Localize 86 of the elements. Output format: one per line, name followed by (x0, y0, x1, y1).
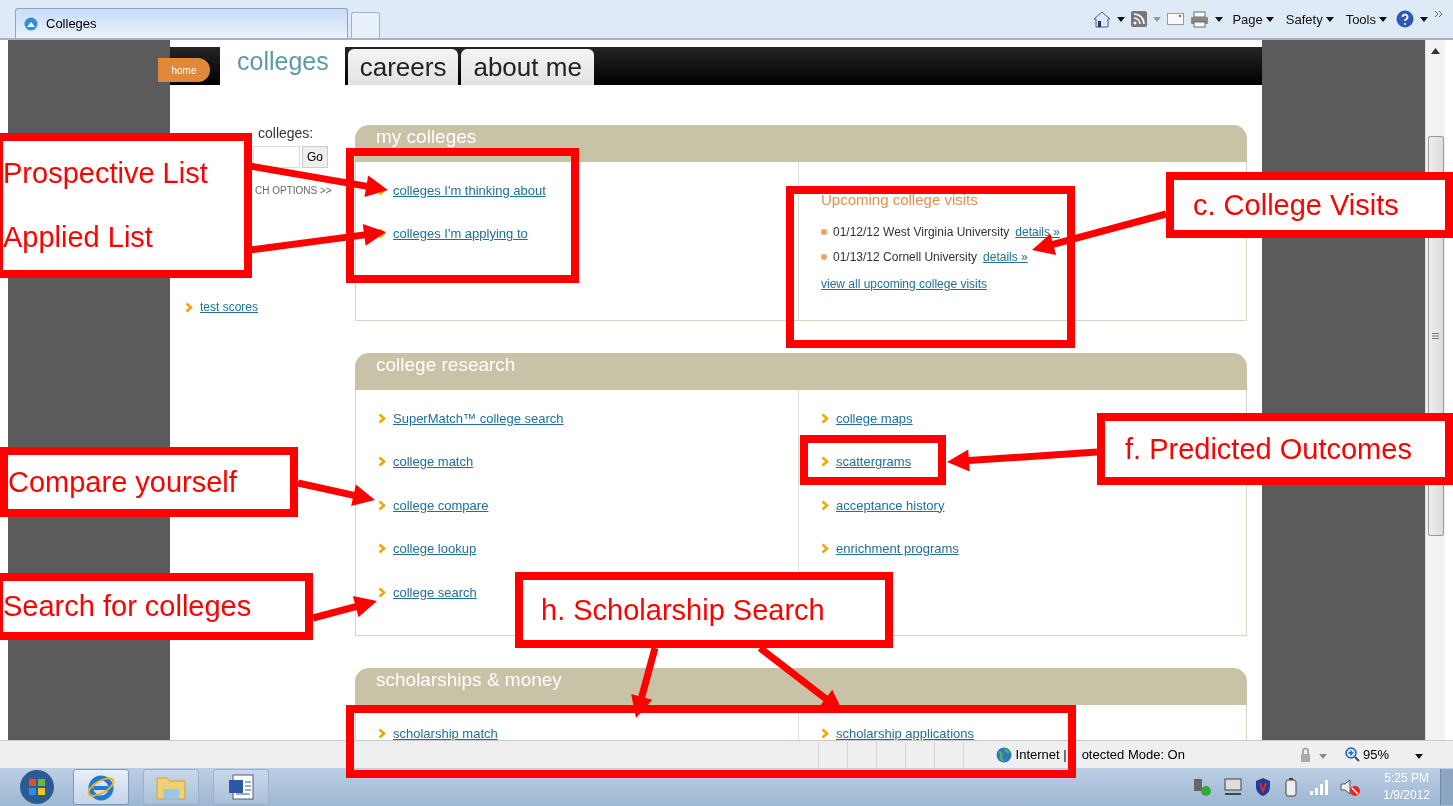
bullet-icon (821, 253, 827, 260)
chevron-icon (821, 499, 829, 511)
tab[interactable]: careers (347, 49, 459, 85)
callout-text: Prospective List (3, 156, 209, 190)
mute-icon[interactable] (1339, 777, 1362, 797)
feed-icon[interactable] (1131, 11, 1148, 27)
caret-icon (1153, 16, 1162, 22)
chevron-icon (378, 727, 386, 739)
go-button[interactable]: Go (302, 146, 328, 168)
menu-button[interactable]: Safety (1282, 11, 1337, 27)
device-icon[interactable] (1191, 777, 1214, 797)
link[interactable]: scholarship applications (836, 725, 975, 740)
link[interactable]: SuperMatch™ college search (393, 410, 564, 426)
chevron-icon (821, 543, 829, 554)
chevron-icon (378, 456, 386, 467)
link[interactable]: college maps (836, 410, 913, 426)
caret-icon (1379, 16, 1387, 22)
chevron-icon (378, 412, 386, 424)
bullet-icon (821, 228, 827, 235)
search-label: colleges: (258, 125, 315, 141)
link[interactable]: college match (393, 454, 474, 469)
taskbar-button[interactable] (213, 769, 269, 805)
chevron-icon (821, 412, 829, 424)
document-icon (226, 772, 256, 802)
callout-text: f. Predicted Outcomes (1125, 432, 1413, 466)
security-zone: Internet | (1015, 747, 1067, 762)
help-icon[interactable] (1396, 10, 1414, 28)
link[interactable]: college lookup (393, 541, 477, 556)
link[interactable]: acceptance history (836, 497, 945, 513)
chevron-icon (378, 586, 386, 598)
callout-text: Applied List (3, 221, 154, 255)
shield-icon[interactable] (1255, 777, 1272, 797)
panel-header: my colleges (355, 125, 1247, 162)
chevron-icon (821, 456, 829, 467)
grip-icon (1432, 333, 1439, 339)
panel-header: scholarships & money (355, 668, 1247, 705)
details-link[interactable]: details » (983, 249, 1028, 264)
link[interactable]: test scores (200, 300, 259, 314)
mail-icon[interactable] (1167, 13, 1185, 25)
chevron-icon (378, 499, 386, 511)
site-icon (24, 16, 38, 31)
caret-icon (1325, 16, 1334, 22)
printer-icon[interactable] (1190, 10, 1210, 28)
visit-entry: 01/13/12 Cornell University (833, 249, 978, 264)
callout-text: Compare yourself (8, 465, 238, 499)
tab[interactable]: about me (461, 49, 594, 85)
tab[interactable]: colleges (220, 47, 345, 85)
chevron-icon (821, 727, 829, 739)
callout-text: c. College Visits (1193, 188, 1400, 222)
menu-button[interactable]: Tools (1342, 11, 1390, 27)
chevron-icon (378, 543, 386, 554)
browser-tab[interactable]: Colleges (15, 8, 348, 38)
link[interactable]: college compare (393, 497, 489, 513)
callout-text: Search for colleges (3, 590, 253, 623)
details-link[interactable]: details » (1015, 224, 1060, 239)
zoom-icon[interactable] (1344, 747, 1360, 762)
link[interactable]: colleges I'm thinking about (393, 182, 546, 198)
caret-icon (1215, 16, 1224, 22)
link[interactable]: scattergrams (836, 454, 912, 469)
visit-entry: 01/12/12 West Virginia University (833, 224, 1010, 239)
chevron-icon[interactable] (1434, 10, 1443, 18)
search-options-link[interactable]: CH OPTIONS >> (255, 185, 332, 196)
panel-header: college research (355, 353, 1247, 390)
search-field[interactable] (253, 146, 300, 168)
home-icon[interactable] (1093, 10, 1112, 28)
monitor-icon[interactable] (1223, 778, 1244, 796)
globe-icon (995, 746, 1012, 763)
taskbar-button[interactable] (73, 769, 129, 805)
caret-icon (1318, 754, 1327, 759)
link[interactable]: scholarship match (393, 725, 498, 740)
link[interactable]: college search (393, 584, 477, 600)
callout-text: h. Scholarship Search (541, 593, 826, 627)
caret-icon (1117, 16, 1126, 22)
protected-mode-status: otected Mode: On (1081, 747, 1185, 762)
caret-icon (1420, 16, 1428, 22)
caret-icon (1415, 754, 1423, 759)
chevron-icon (185, 301, 193, 313)
zoom-level[interactable]: 95% (1362, 747, 1389, 762)
link[interactable]: colleges I'm applying to (393, 226, 528, 241)
battery-icon[interactable] (1285, 777, 1298, 797)
link[interactable]: enrichment programs (836, 541, 959, 556)
section-heading: Upcoming college visits (821, 191, 978, 210)
view-all-link[interactable]: view all upcoming college visits (821, 277, 988, 291)
caret-icon (1265, 16, 1274, 22)
menu-button[interactable]: Page (1229, 11, 1277, 27)
scroll-up-icon[interactable] (1431, 48, 1440, 54)
